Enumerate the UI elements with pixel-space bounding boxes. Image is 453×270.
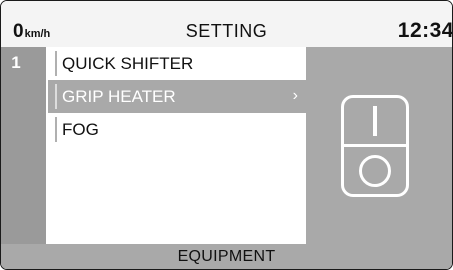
switch-top bbox=[344, 98, 406, 147]
screen-title: SETTING bbox=[185, 21, 268, 41]
switch-circle bbox=[359, 155, 391, 187]
settings-menu: QUICK SHIFTER GRIP HEATER › FOG bbox=[48, 47, 306, 244]
menu-item-quick-shifter[interactable]: QUICK SHIFTER bbox=[48, 47, 306, 80]
preview-panel bbox=[306, 47, 452, 244]
menu-item-fog[interactable]: FOG bbox=[48, 113, 306, 146]
footer-label: EQUIPMENT bbox=[177, 248, 276, 265]
menu-item-label: GRIP HEATER bbox=[62, 87, 176, 106]
menu-item-label: QUICK SHIFTER bbox=[62, 54, 194, 73]
content-area: 1 QUICK SHIFTER GRIP HEATER › FOG bbox=[1, 47, 452, 244]
switch-icon bbox=[341, 95, 409, 197]
menu-item-grip-heater[interactable]: GRIP HEATER › bbox=[48, 80, 306, 113]
page-number: 1 bbox=[11, 53, 21, 72]
item-marker bbox=[55, 84, 57, 109]
switch-line bbox=[373, 106, 377, 136]
item-marker bbox=[55, 117, 57, 142]
item-marker bbox=[55, 51, 57, 76]
menu-item-label: FOG bbox=[62, 120, 99, 139]
page-indicator: 1 bbox=[1, 47, 46, 244]
status-header: 0km/h SETTING 12:34 bbox=[1, 1, 452, 47]
display-screen: 0km/h SETTING 12:34 1 QUICK SHIFTER GRIP… bbox=[0, 0, 453, 270]
footer-bar: EQUIPMENT bbox=[1, 244, 452, 269]
chevron-right-icon: › bbox=[292, 87, 298, 104]
clock: 12:34 bbox=[397, 19, 453, 42]
